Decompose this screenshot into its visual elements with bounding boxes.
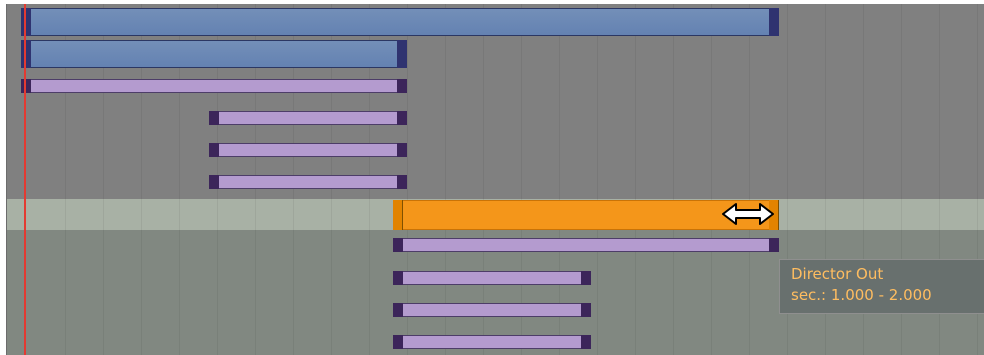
timeline-clip[interactable] [21,40,407,68]
timeline-clip[interactable] [393,271,591,285]
clip-handle-right[interactable] [397,143,407,157]
resize-cursor-icon [722,203,774,225]
clip-handle-right[interactable] [769,8,779,36]
timeline-editor: Director Out sec.: 1.000 - 2.000 [0,0,984,355]
clip-handle-left[interactable] [393,303,403,317]
clip-handle-left[interactable] [21,79,31,93]
clip-handle-left[interactable] [393,335,403,349]
tooltip-title: Director Out [791,265,884,283]
clip-tooltip: Director Out sec.: 1.000 - 2.000 [779,259,984,314]
clip-handle-right[interactable] [769,238,779,252]
playhead[interactable] [24,4,26,355]
clip-handle-left[interactable] [209,143,219,157]
grid-line [635,4,636,355]
tooltip-time-range: sec.: 1.000 - 2.000 [791,286,932,304]
clip-handle-left[interactable] [209,175,219,189]
timeline-clip[interactable] [21,79,407,93]
timeline-clip[interactable] [209,175,407,189]
timeline-clip[interactable] [209,111,407,125]
grid-line [711,4,712,355]
clip-handle-right[interactable] [397,111,407,125]
grid-line [749,4,750,355]
clip-handle-right[interactable] [397,79,407,93]
clip-handle-right[interactable] [581,271,591,285]
clip-handle-left[interactable] [393,271,403,285]
clip-handle-left[interactable] [393,200,403,230]
clip-handle-left[interactable] [393,238,403,252]
timeline-area[interactable]: Director Out sec.: 1.000 - 2.000 [6,4,984,355]
clip-handle-left[interactable] [209,111,219,125]
timeline-clip[interactable] [393,303,591,317]
clip-handle-left[interactable] [21,40,31,68]
clip-handle-right[interactable] [397,40,407,68]
grid-line [597,4,598,355]
timeline-clip[interactable] [393,238,779,252]
timeline-clip[interactable] [21,8,779,36]
clip-handle-right[interactable] [581,303,591,317]
timeline-clip[interactable] [393,335,591,349]
clip-handle-left[interactable] [21,8,31,36]
clip-handle-right[interactable] [397,175,407,189]
timeline-clip[interactable] [209,143,407,157]
clip-handle-right[interactable] [581,335,591,349]
grid-line [673,4,674,355]
